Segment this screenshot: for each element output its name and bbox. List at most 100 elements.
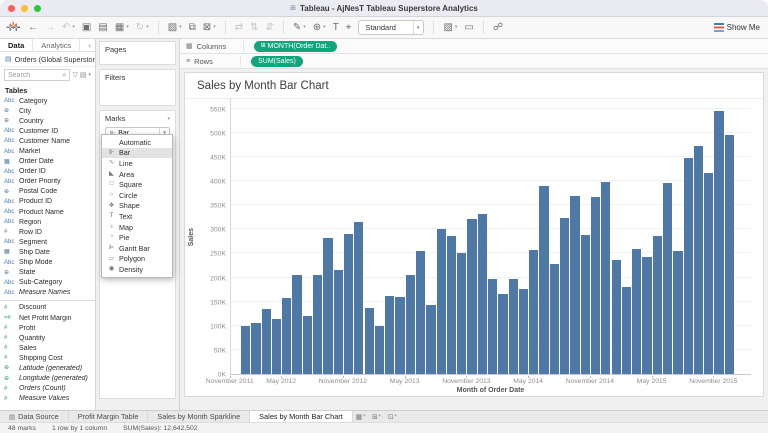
bar[interactable]	[642, 257, 651, 374]
dropdown-caret-icon[interactable]: ▾	[126, 25, 129, 30]
field-orders-count[interactable]: #Orders (Count)	[0, 384, 95, 394]
bar[interactable]	[560, 218, 569, 374]
sheet-tab-data-source[interactable]: ▤Data Source	[0, 411, 69, 422]
bar[interactable]	[612, 260, 621, 374]
field-category[interactable]: AbcCategory	[0, 96, 95, 106]
bar[interactable]	[262, 309, 271, 374]
mark-type-gantt-bar[interactable]: ⊫Gantt Bar	[102, 243, 172, 254]
field-customer-id[interactable]: AbcCustomer ID	[0, 126, 95, 136]
field-sales[interactable]: #Sales	[0, 343, 95, 353]
new-data-source-button[interactable]: ▤	[98, 23, 107, 33]
zoom-window-button[interactable]	[34, 5, 41, 12]
bar[interactable]	[447, 236, 456, 374]
bar[interactable]	[426, 305, 435, 374]
field-customer-name[interactable]: AbcCustomer Name	[0, 136, 95, 146]
bar[interactable]	[344, 234, 353, 374]
close-window-button[interactable]	[8, 5, 15, 12]
bar[interactable]	[467, 219, 476, 374]
tab-data[interactable]: Data	[0, 39, 33, 51]
bar[interactable]	[673, 251, 682, 375]
minimize-window-button[interactable]	[21, 5, 28, 12]
field-market[interactable]: AbcMarket	[0, 146, 95, 156]
bar[interactable]	[354, 222, 363, 374]
field-order-priority[interactable]: AbcOrder Priority	[0, 177, 95, 187]
field-segment[interactable]: AbcSegment	[0, 237, 95, 247]
pill-month-order-date[interactable]: ⊞ MONTH(Order Dat..	[254, 41, 338, 52]
bar[interactable]	[684, 158, 693, 374]
dropdown-caret-icon[interactable]: ▾	[213, 25, 216, 30]
run-update-button[interactable]: ▨▾	[168, 23, 182, 33]
new-worksheet-button[interactable]: ▦⁺	[353, 411, 369, 422]
bar[interactable]	[488, 279, 497, 374]
bar[interactable]	[282, 298, 291, 374]
bar[interactable]	[416, 251, 425, 374]
new-worksheet-button[interactable]: ▦▾	[115, 23, 129, 33]
share-button[interactable]: ☍	[493, 23, 503, 33]
mark-type-line[interactable]: ∿Line	[102, 158, 172, 169]
field-country[interactable]: ⊕Country	[0, 116, 95, 126]
mark-type-text[interactable]: TText	[102, 211, 172, 222]
bar[interactable]	[539, 186, 548, 374]
save-button[interactable]: ▣	[82, 23, 91, 33]
show-mark-labels-button[interactable]: T	[333, 23, 339, 33]
field-ship-mode[interactable]: AbcShip Mode	[0, 258, 95, 268]
bar[interactable]	[498, 294, 507, 374]
bar[interactable]	[519, 289, 528, 374]
bar[interactable]	[241, 326, 250, 374]
dropdown-caret-icon[interactable]: ▾	[323, 25, 326, 30]
dropdown-caret-icon[interactable]: ▾	[455, 25, 458, 30]
show-hide-cards-button[interactable]: ▧▾	[443, 23, 457, 33]
fit-caret-icon[interactable]: ▾	[413, 21, 420, 34]
field-measure-values[interactable]: #Measure Values	[0, 394, 95, 404]
field-product-name[interactable]: AbcProduct Name	[0, 207, 95, 217]
bar[interactable]	[704, 173, 713, 374]
bar[interactable]	[632, 249, 641, 374]
bar[interactable]	[591, 197, 600, 374]
bar[interactable]	[375, 326, 384, 374]
duplicate-button[interactable]: ⧉	[189, 23, 196, 33]
field-measure-names[interactable]: AbcMeasure Names	[0, 288, 95, 298]
dropdown-caret-icon[interactable]: ▾	[303, 25, 306, 30]
mark-type-polygon[interactable]: ▱Polygon	[102, 254, 172, 265]
bar[interactable]	[457, 253, 466, 374]
pages-card[interactable]: Pages	[99, 41, 176, 65]
view-as-caret-icon[interactable]: ▾	[88, 73, 91, 78]
bar[interactable]	[653, 236, 662, 374]
bar[interactable]	[509, 279, 518, 374]
marks-card-caret-icon[interactable]: ▾	[167, 116, 170, 122]
back-button[interactable]: ←	[28, 23, 38, 33]
bar[interactable]	[385, 296, 394, 374]
field-discount[interactable]: #Discount	[0, 303, 95, 313]
field-order-id[interactable]: AbcOrder ID	[0, 167, 95, 177]
bar[interactable]	[570, 196, 579, 375]
new-story-button[interactable]: ⊡⁺	[385, 411, 401, 422]
bar[interactable]	[478, 214, 487, 374]
bar[interactable]	[714, 111, 723, 374]
mark-type-automatic[interactable]: Automatic	[102, 137, 172, 148]
mark-type-density[interactable]: ◉Density	[102, 264, 172, 275]
group-members-button[interactable]: ⊕▾	[313, 23, 326, 33]
sheet-tab-profit-margin-table[interactable]: Profit Margin Table	[69, 411, 149, 422]
bar[interactable]	[272, 319, 281, 374]
field-quantity[interactable]: #Quantity	[0, 333, 95, 343]
columns-shelf[interactable]: ▦ Columns ⊞ MONTH(Order Dat..	[180, 39, 768, 54]
show-me-button[interactable]: Show Me	[714, 23, 760, 32]
bar[interactable]	[292, 275, 301, 374]
bar[interactable]	[725, 135, 734, 374]
rows-shelf[interactable]: ≡ Rows SUM(Sales)	[180, 54, 768, 69]
bar[interactable]	[550, 264, 559, 374]
highlight-button[interactable]: ✎▾	[293, 23, 306, 33]
field-city[interactable]: ⊕City	[0, 106, 95, 116]
sheet-tab-sales-by-month-sparkline[interactable]: Sales by Month Sparkline	[148, 411, 250, 422]
bar[interactable]	[529, 250, 538, 374]
bar[interactable]	[406, 275, 415, 374]
field-postal-code[interactable]: ⊕Postal Code	[0, 187, 95, 197]
bar[interactable]	[601, 182, 610, 374]
field-shipping-cost[interactable]: #Shipping Cost	[0, 353, 95, 363]
filter-fields-icon[interactable]: ▽	[72, 72, 77, 79]
field-ship-date[interactable]: ▦Ship Date	[0, 247, 95, 257]
pill-expand-icon[interactable]: ⊞	[261, 43, 266, 49]
fit-selector[interactable]: Standard▾	[358, 20, 424, 35]
field-row-id[interactable]: #Row ID	[0, 227, 95, 237]
presentation-mode-button[interactable]: ▭	[464, 23, 473, 33]
